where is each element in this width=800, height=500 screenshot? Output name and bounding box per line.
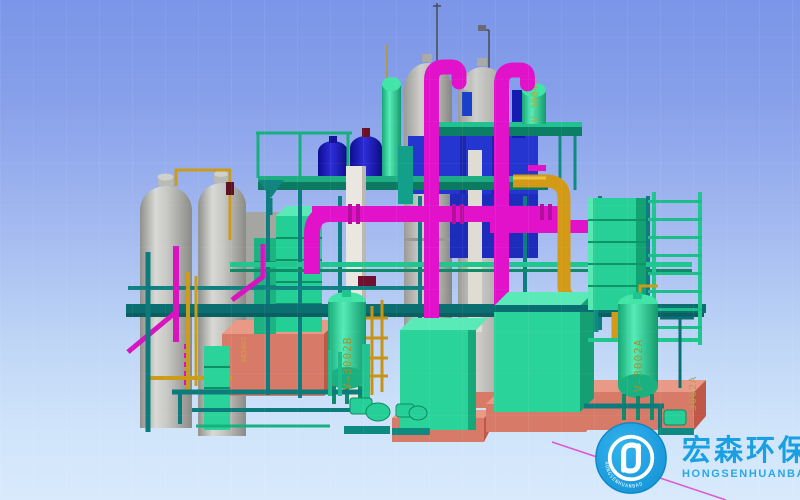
brand-name-latin: HONGSENHUANBAO bbox=[682, 468, 800, 480]
label-left-vessel: V—3002B bbox=[341, 337, 354, 390]
label-small-tag: AE5002 bbox=[240, 337, 248, 362]
valve-maroon-small bbox=[226, 182, 234, 195]
label-right-vessel: V—3002A bbox=[632, 339, 645, 392]
green-stack-bottom-left bbox=[204, 346, 230, 430]
hongsen-logo-icon: HONGSENHUANBAO bbox=[594, 421, 668, 495]
render-viewport: V—3004A bbox=[0, 0, 800, 500]
brand-text-block: 宏森环保 HONGSENHUANBAO bbox=[682, 436, 800, 480]
funnel-teal bbox=[258, 180, 284, 215]
brand-name-chinese: 宏森环保 bbox=[682, 436, 800, 466]
brand-logo: HONGSENHUANBAO 宏森环保 HONGSENHUANBAO bbox=[594, 421, 800, 495]
label-right-vessel-tag: —3002A bbox=[688, 376, 699, 418]
